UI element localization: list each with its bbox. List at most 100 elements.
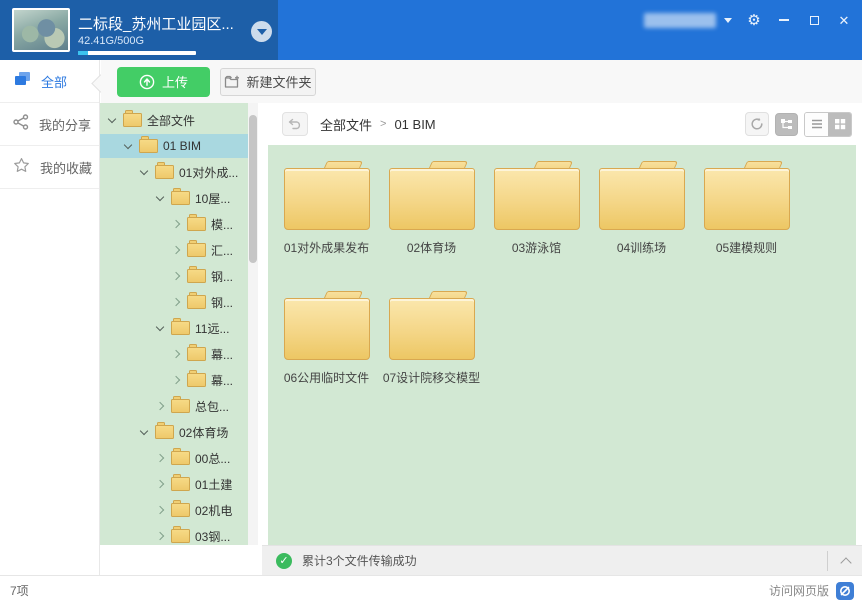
expand-arrow[interactable] <box>170 244 182 256</box>
success-check-icon: ✓ <box>276 553 292 569</box>
tree-item[interactable]: 02体育场 <box>100 419 248 445</box>
folder-item[interactable]: 01对外成果发布 <box>274 159 379 289</box>
tree-item-label: 02机电 <box>195 502 232 519</box>
expand-arrow[interactable] <box>170 374 182 386</box>
expand-arrow[interactable] <box>138 166 150 178</box>
expand-arrow[interactable] <box>138 426 150 438</box>
refresh-button[interactable] <box>745 112 769 136</box>
tree-scrollbar-thumb[interactable] <box>249 115 257 263</box>
folder-item[interactable]: 07设计院移交模型 <box>379 289 484 419</box>
expand-arrow[interactable] <box>154 400 166 412</box>
expand-arrow[interactable] <box>170 296 182 308</box>
tree-item[interactable]: 幕... <box>100 341 248 367</box>
storage-progress-bar <box>78 51 196 55</box>
back-button[interactable] <box>282 112 308 136</box>
grid-view-button[interactable] <box>828 113 851 136</box>
folder-icon <box>123 113 142 127</box>
folder-item[interactable]: 03游泳馆 <box>484 159 589 289</box>
open-web-version-link[interactable]: 访问网页版 <box>769 582 829 599</box>
expand-arrow[interactable] <box>154 504 166 516</box>
tree-item[interactable]: 汇... <box>100 237 248 263</box>
folder-item-label: 06公用临时文件 <box>274 369 379 386</box>
list-view-icon <box>811 118 823 130</box>
tree-item-label: 01 BIM <box>163 139 201 153</box>
breadcrumb-current[interactable]: 01 BIM <box>394 117 435 132</box>
folder-item[interactable]: 06公用临时文件 <box>274 289 379 419</box>
footer-bar: 7项 访问网页版 <box>0 575 862 605</box>
tree-item[interactable]: 03钢... <box>100 523 248 545</box>
tree-scrollbar[interactable] <box>248 103 258 545</box>
caret-down-icon <box>257 29 267 35</box>
project-switch-button[interactable] <box>251 21 272 42</box>
tree-item[interactable]: 01 BIM <box>100 133 248 159</box>
user-account-label[interactable] <box>644 13 716 28</box>
sidebar-item-2[interactable]: 我的收藏 <box>0 146 99 189</box>
expand-arrow[interactable] <box>154 322 166 334</box>
tree-layout-button[interactable] <box>775 113 798 136</box>
tree-item[interactable]: 钢... <box>100 263 248 289</box>
tree-item[interactable]: 幕... <box>100 367 248 393</box>
folder-icon <box>704 159 790 233</box>
toolbar: 上传 新建文件夹 <box>101 60 862 103</box>
folder-item-label: 05建模规则 <box>694 239 799 256</box>
account-panel: 二标段_苏州工业园区... 42.41G/500G <box>0 0 278 60</box>
folder-item-label: 02体育场 <box>379 239 484 256</box>
folder-icon <box>187 373 206 387</box>
tree-item[interactable]: 02机电 <box>100 497 248 523</box>
expand-arrow[interactable] <box>106 114 118 126</box>
tree-item[interactable]: 全部文件 <box>100 107 248 133</box>
tree-item[interactable]: 10屋... <box>100 185 248 211</box>
chevron-up-icon[interactable] <box>840 557 851 568</box>
expand-arrow[interactable] <box>154 452 166 464</box>
tree-item-label: 幕... <box>211 346 233 363</box>
new-folder-button[interactable]: 新建文件夹 <box>220 68 316 96</box>
folder-icon <box>171 529 190 543</box>
app-logo-icon[interactable] <box>836 582 854 600</box>
folder-icon <box>171 503 190 517</box>
tree-item[interactable]: 01对外成... <box>100 159 248 185</box>
titlebar-controls: ⚙ ✕ <box>644 0 852 40</box>
expand-arrow[interactable] <box>170 218 182 230</box>
tree-item[interactable]: 总包... <box>100 393 248 419</box>
expand-arrow[interactable] <box>170 270 182 282</box>
folder-icon <box>284 289 370 363</box>
folder-item-label: 04训练场 <box>589 239 694 256</box>
sidebar-item-0[interactable]: 全部 <box>0 60 99 103</box>
folder-item[interactable]: 05建模规则 <box>694 159 799 289</box>
list-view-button[interactable] <box>805 113 828 136</box>
folder-item[interactable]: 04训练场 <box>589 159 694 289</box>
minimize-button[interactable] <box>776 12 792 28</box>
expand-arrow[interactable] <box>154 478 166 490</box>
sidebar: 全部 我的分享 我的收藏 <box>0 60 100 575</box>
folder-icon <box>599 159 685 233</box>
settings-gear-icon[interactable]: ⚙ <box>746 12 762 28</box>
tree-item-label: 10屋... <box>195 190 230 207</box>
upload-button[interactable]: 上传 <box>117 67 210 97</box>
maximize-button[interactable] <box>806 12 822 28</box>
folder-item-label: 01对外成果发布 <box>274 239 379 256</box>
expand-arrow[interactable] <box>170 348 182 360</box>
tree-item[interactable]: 钢... <box>100 289 248 315</box>
expand-arrow[interactable] <box>154 192 166 204</box>
expand-arrow[interactable] <box>154 530 166 542</box>
folder-icon <box>187 295 206 309</box>
star-icon <box>13 157 30 178</box>
breadcrumb-root[interactable]: 全部文件 <box>320 115 372 134</box>
storage-usage: 42.41G/500G <box>78 35 144 47</box>
tree-item[interactable]: 11远... <box>100 315 248 341</box>
titlebar: 二标段_苏州工业园区... 42.41G/500G ⚙ ✕ <box>0 0 862 60</box>
folder-icon <box>171 451 190 465</box>
close-button[interactable]: ✕ <box>836 12 852 28</box>
sidebar-item-1[interactable]: 我的分享 <box>0 103 99 146</box>
folder-item[interactable]: 02体育场 <box>379 159 484 289</box>
expand-arrow[interactable] <box>122 140 134 152</box>
tree-item[interactable]: 00总... <box>100 445 248 471</box>
user-caret-down-icon[interactable] <box>724 18 732 23</box>
tree-item-label: 00总... <box>195 450 230 467</box>
tree-item[interactable]: 模... <box>100 211 248 237</box>
grid-view-icon <box>834 118 846 130</box>
maximize-icon <box>810 16 819 25</box>
tree-item-label: 01对外成... <box>179 164 238 181</box>
tree-item[interactable]: 01土建 <box>100 471 248 497</box>
folder-icon <box>171 191 190 205</box>
